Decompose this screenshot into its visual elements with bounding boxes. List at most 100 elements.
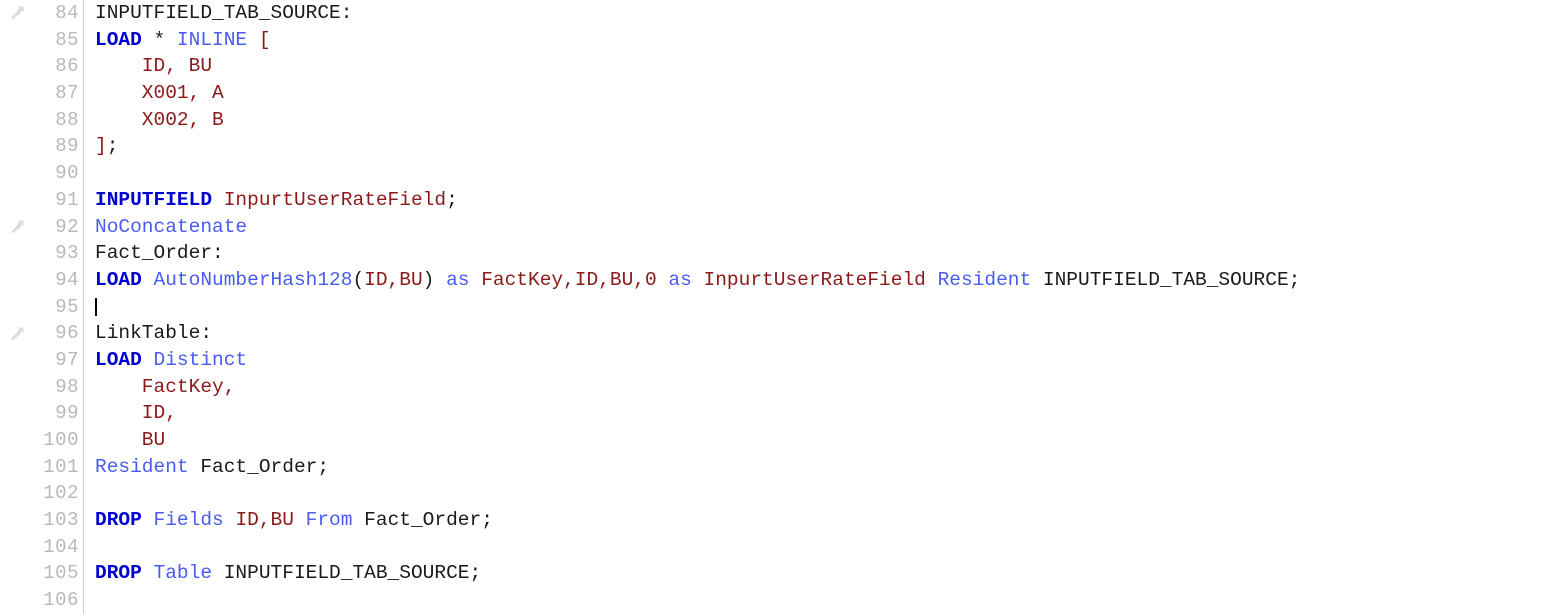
code-token: Resident — [95, 455, 189, 478]
gutter-row-97[interactable]: 97 — [0, 347, 83, 374]
line-number: 93 — [55, 242, 79, 265]
line-number: 103 — [43, 509, 79, 532]
line-number: 91 — [55, 188, 79, 211]
code-line-93[interactable]: Fact_Order: — [84, 240, 1548, 267]
code-token: ; — [446, 188, 458, 211]
script-editor[interactable]: 84 85 86 87 88 89 90 91 92 93 94 95 96 97 98 99 100 101 10… — [0, 0, 1548, 614]
line-number: 85 — [55, 28, 79, 51]
line-number: 106 — [43, 589, 79, 612]
code-token: INLINE — [176, 28, 248, 51]
code-token: From — [305, 509, 353, 532]
code-line-98[interactable]: FactKey, — [84, 374, 1548, 401]
code-line-97[interactable]: LOAD Distinct — [84, 347, 1548, 374]
code-token: ] — [95, 135, 107, 158]
code-line-88[interactable]: X002, B — [84, 107, 1548, 134]
gutter-row-102[interactable]: 102 — [0, 480, 83, 507]
code-line-104[interactable] — [84, 534, 1548, 561]
code-token: InpurtUserRateField — [223, 188, 447, 211]
gutter-row-90[interactable]: 90 — [0, 160, 83, 187]
code-token: InpurtUserRateField — [703, 268, 926, 291]
gutter-row-95[interactable]: 95 — [0, 294, 83, 321]
code-token: DROP — [95, 509, 142, 532]
line-number: 89 — [55, 135, 79, 158]
goto-arrow-icon[interactable] — [8, 325, 26, 343]
code-line-101[interactable]: Resident Fact_Order; — [84, 454, 1548, 481]
gutter-row-96[interactable]: 96 — [0, 320, 83, 347]
code-line-90[interactable] — [84, 160, 1548, 187]
code-line-99[interactable]: ID, — [84, 400, 1548, 427]
code-token: as — [668, 268, 692, 291]
gutter-row-85[interactable]: 85 — [0, 27, 83, 54]
line-number: 92 — [55, 215, 79, 238]
code-line-94[interactable]: LOAD AutoNumberHash128(ID,BU) as FactKey… — [84, 267, 1548, 294]
code-line-103[interactable]: DROP Fields ID,BU From Fact_Order; — [84, 507, 1548, 534]
goto-arrow-icon[interactable] — [8, 4, 26, 22]
code-token: ID, — [95, 402, 177, 425]
line-number-gutter[interactable]: 84 85 86 87 88 89 90 91 92 93 94 95 96 97 98 99 100 101 10… — [0, 0, 84, 614]
code-token: Distinct — [153, 348, 248, 371]
gutter-row-88[interactable]: 88 — [0, 107, 83, 134]
gutter-row-104[interactable]: 104 — [0, 534, 83, 561]
gutter-row-93[interactable]: 93 — [0, 240, 83, 267]
gutter-row-100[interactable]: 100 — [0, 427, 83, 454]
code-line-86[interactable]: ID, BU — [84, 53, 1548, 80]
gutter-row-87[interactable]: 87 — [0, 80, 83, 107]
code-token: INPUTFIELD_TAB_SOURCE; — [223, 562, 482, 585]
code-line-96[interactable]: LinkTable: — [84, 320, 1548, 347]
gutter-row-91[interactable]: 91 — [0, 187, 83, 214]
code-line-105[interactable]: DROP Table INPUTFIELD_TAB_SOURCE; — [84, 560, 1548, 587]
code-line-102[interactable] — [84, 480, 1548, 507]
gutter-row-101[interactable]: 101 — [0, 454, 83, 481]
code-token: LinkTable: — [95, 322, 213, 345]
line-number: 86 — [55, 55, 79, 78]
line-number: 95 — [55, 295, 79, 318]
code-token: LOAD — [95, 268, 142, 291]
code-token: Fact_Order; — [200, 455, 330, 478]
goto-arrow-icon[interactable] — [8, 218, 26, 236]
line-number: 87 — [55, 82, 79, 105]
code-token: ID,BU — [235, 509, 294, 532]
gutter-row-99[interactable]: 99 — [0, 400, 83, 427]
text-caret — [95, 297, 97, 317]
code-token: ID,BU — [364, 268, 423, 291]
gutter-row-105[interactable]: 105 — [0, 560, 83, 587]
code-line-95[interactable] — [84, 294, 1548, 321]
code-token: ID, BU — [95, 55, 213, 78]
line-number: 97 — [55, 348, 79, 371]
gutter-row-98[interactable]: 98 — [0, 374, 83, 401]
line-number: 100 — [43, 429, 79, 451]
line-number: 105 — [43, 562, 79, 585]
code-token: Resident — [937, 268, 1032, 291]
code-token: BU — [95, 429, 166, 451]
code-line-87[interactable]: X001, A — [84, 80, 1548, 107]
gutter-row-94[interactable]: 94 — [0, 267, 83, 294]
code-line-100[interactable]: BU — [84, 427, 1548, 454]
gutter-row-84[interactable]: 84 — [0, 0, 83, 27]
code-token: INPUTFIELD — [95, 188, 213, 211]
line-number: 96 — [55, 322, 79, 345]
line-number: 104 — [43, 535, 79, 558]
code-line-106[interactable] — [84, 587, 1548, 614]
code-token: LOAD — [95, 28, 142, 51]
code-line-92[interactable]: NoConcatenate — [84, 214, 1548, 241]
code-area[interactable]: INPUTFIELD_TAB_SOURCE: LOAD * INLINE [ ID… — [84, 0, 1548, 614]
code-line-84[interactable]: INPUTFIELD_TAB_SOURCE: — [84, 0, 1548, 27]
code-line-85[interactable]: LOAD * INLINE [ — [84, 27, 1548, 54]
gutter-row-103[interactable]: 103 — [0, 507, 83, 534]
code-token: as — [446, 268, 470, 291]
gutter-row-89[interactable]: 89 — [0, 133, 83, 160]
code-token: NoConcatenate — [95, 215, 248, 238]
code-line-91[interactable]: INPUTFIELD InpurtUserRateField; — [84, 187, 1548, 214]
gutter-row-86[interactable]: 86 — [0, 53, 83, 80]
gutter-row-92[interactable]: 92 — [0, 214, 83, 241]
code-line-89[interactable]: ]; — [84, 133, 1548, 160]
gutter-row-106[interactable]: 106 — [0, 587, 83, 614]
